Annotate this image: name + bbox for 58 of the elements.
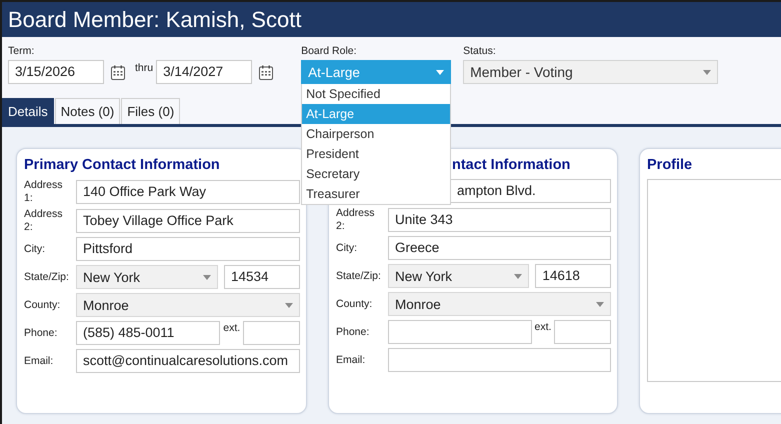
ext-label: ext. xyxy=(223,322,240,334)
phone-field[interactable]: (585) 485-0011 xyxy=(76,321,220,345)
dropdown-option[interactable]: Not Specified xyxy=(302,84,450,104)
status-label: Status: xyxy=(463,45,496,59)
input-field[interactable]: Tobey Village Office Park xyxy=(76,208,300,232)
profile-text-area[interactable] xyxy=(647,179,781,382)
card-title: ntact Information xyxy=(452,156,570,175)
tab[interactable]: Notes (0) xyxy=(54,98,120,124)
card-title: Primary Contact Information xyxy=(24,156,220,175)
input-field[interactable]: 140 Office Park Way xyxy=(76,180,300,204)
caret-icon xyxy=(436,70,444,74)
ext-field[interactable] xyxy=(243,321,300,345)
field-label: Address 2: xyxy=(24,208,64,233)
caret-icon xyxy=(285,302,293,308)
status-select[interactable]: Member - Voting xyxy=(463,60,718,84)
field-label: County: xyxy=(336,298,372,310)
county-select[interactable]: Monroe xyxy=(76,293,300,317)
dropdown-option[interactable]: Chairperson xyxy=(302,124,450,144)
field-label: County: xyxy=(24,298,60,312)
field-label: Address 2: xyxy=(336,207,376,232)
tab[interactable]: Files (0) xyxy=(121,98,180,124)
field-label: Phone: xyxy=(24,326,58,340)
input-field[interactable]: Pittsford xyxy=(76,237,300,261)
dropdown-option[interactable]: President xyxy=(302,144,450,164)
field-label: Email: xyxy=(336,354,366,366)
zip-field[interactable]: 14618 xyxy=(535,264,611,288)
board-role-label: Board Role: xyxy=(301,45,357,59)
field-label: City: xyxy=(336,242,357,254)
state-select[interactable]: New York xyxy=(388,264,530,288)
state-select[interactable]: New York xyxy=(76,265,218,289)
term-label: Term: xyxy=(8,45,34,59)
input-field[interactable]: Unite 343 xyxy=(388,208,611,232)
caret-icon xyxy=(703,70,712,74)
field-label: State/Zip: xyxy=(24,270,68,284)
ext-field[interactable] xyxy=(554,320,611,344)
card-title: Profile xyxy=(647,156,692,175)
date-field[interactable]: 3/14/2027 xyxy=(156,60,252,84)
calendar-icon[interactable] xyxy=(259,64,274,80)
caret-icon xyxy=(203,274,211,280)
field-label: Email: xyxy=(24,354,54,368)
tab[interactable]: Details xyxy=(2,98,54,124)
input-field[interactable]: Greece xyxy=(388,236,611,260)
zip-field[interactable]: 14534 xyxy=(224,265,300,289)
field-label: City: xyxy=(24,242,45,256)
thru-label: thru xyxy=(135,62,154,74)
window-title: Board Member: Kamish, Scott xyxy=(7,6,302,34)
field-label: State/Zip: xyxy=(336,270,380,282)
caret-icon xyxy=(596,302,604,306)
field-label: Phone: xyxy=(336,326,370,338)
date-field[interactable]: 3/15/2026 xyxy=(8,60,104,84)
input-field[interactable] xyxy=(388,348,611,372)
ext-label: ext. xyxy=(534,321,552,333)
phone-field[interactable] xyxy=(388,320,532,344)
county-select[interactable]: Monroe xyxy=(388,292,611,316)
input-field[interactable]: scott@continualcaresolutions.com xyxy=(76,349,300,373)
calendar-icon[interactable] xyxy=(111,64,125,80)
caret-icon xyxy=(514,274,522,278)
field-label: Address 1: xyxy=(24,179,64,204)
